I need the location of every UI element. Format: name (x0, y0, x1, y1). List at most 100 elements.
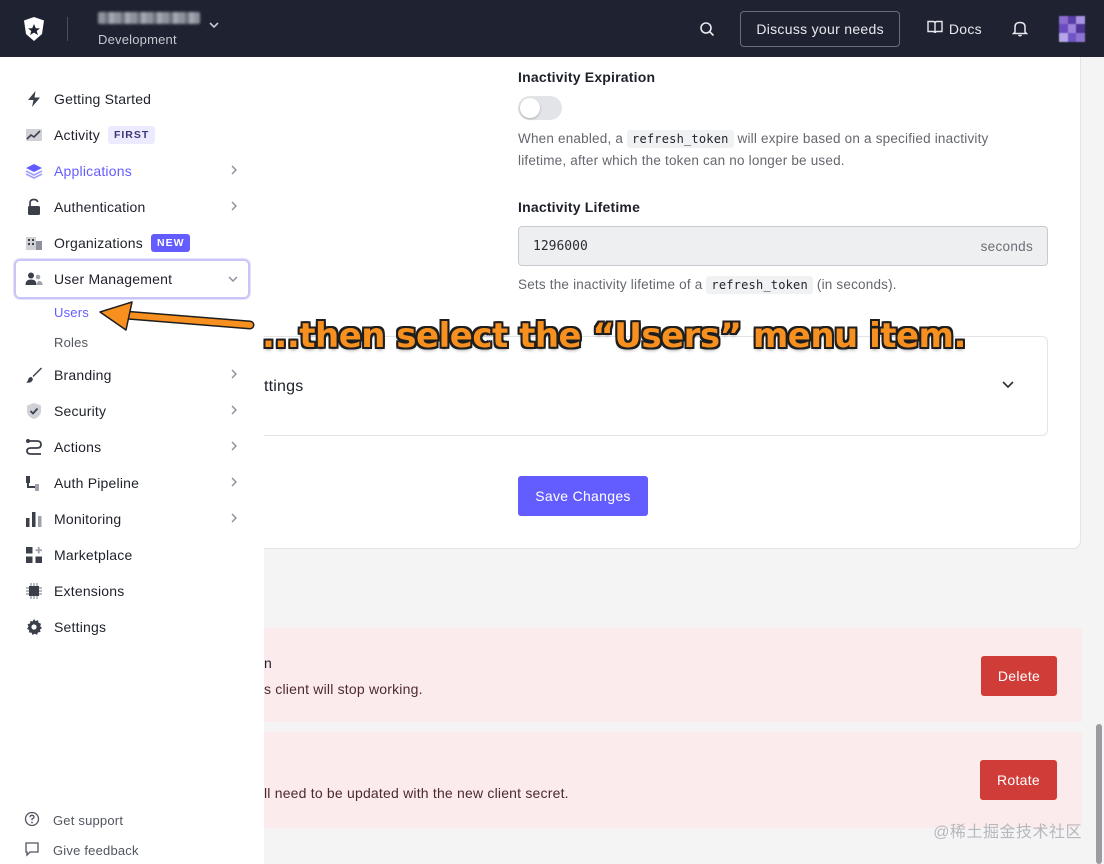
pipeline-icon (24, 473, 44, 493)
sidebar: Getting Started Activity FIRST Applicati… (0, 57, 264, 864)
chevron-down-icon (228, 272, 238, 286)
inactivity-lifetime-input[interactable]: 1296000 seconds (518, 226, 1048, 266)
sidebar-item-label: Auth Pipeline (54, 475, 140, 491)
sidebar-item-activity[interactable]: Activity FIRST (14, 117, 250, 153)
tenant-environment: Development (98, 32, 177, 47)
sidebar-item-auth-pipeline[interactable]: Auth Pipeline (14, 465, 250, 501)
docs-link[interactable]: Docs (927, 20, 982, 37)
chevron-right-icon (230, 368, 238, 382)
help-circle-icon (24, 811, 40, 830)
danger-zone-delete: n s client will stop working. Delete (264, 628, 1082, 722)
sidebar-item-settings[interactable]: Settings (14, 609, 250, 645)
chevron-down-icon[interactable] (208, 18, 220, 36)
sidebar-item-branding[interactable]: Branding (14, 357, 250, 393)
danger-zone-rotate: ll need to be updated with the new clien… (264, 732, 1082, 828)
help-text: (in seconds). (816, 277, 897, 292)
danger-text: s client will stop working. (264, 681, 423, 697)
auth0-logo-icon[interactable] (21, 16, 47, 42)
topbar-divider (67, 16, 68, 41)
danger-text: ll need to be updated with the new clien… (264, 785, 569, 801)
gear-icon (24, 617, 44, 637)
actions-flow-icon (24, 437, 44, 457)
first-badge: FIRST (107, 126, 156, 144)
chat-bubble-icon (24, 841, 40, 860)
sidebar-item-label: Activity (54, 127, 100, 143)
sidebar-item-label: Monitoring (54, 511, 122, 527)
save-changes-button[interactable]: Save Changes (518, 476, 648, 516)
shield-icon (24, 401, 44, 421)
docs-label: Docs (948, 20, 982, 37)
footer-label: Give feedback (53, 843, 139, 858)
accordion-label: ttings (264, 378, 304, 395)
sidebar-item-monitoring[interactable]: Monitoring (14, 501, 250, 537)
sidebar-item-organizations[interactable]: Organizations NEW (14, 225, 250, 261)
lightning-icon (24, 89, 44, 109)
danger-title: n (264, 655, 272, 671)
inline-code: refresh_token (706, 276, 813, 294)
brush-icon (24, 365, 44, 385)
sidebar-item-label: Security (54, 403, 107, 419)
watermark: @稀土掘金技术社区 (933, 824, 1082, 841)
chevron-down-icon (1001, 377, 1015, 395)
get-support-link[interactable]: Get support (24, 811, 123, 830)
sidebar-item-user-management[interactable]: User Management (14, 259, 250, 299)
sidebar-item-label: Applications (54, 163, 132, 179)
top-bar: Development Discuss your needs Docs (0, 0, 1104, 57)
chevron-right-icon (230, 512, 238, 526)
annotation-text: ...then select the “Users” menu item. (262, 316, 966, 356)
inactivity-expiration-toggle[interactable] (518, 96, 562, 120)
building-icon (24, 233, 44, 253)
help-text: Sets the inactivity lifetime of a (518, 277, 703, 292)
toggle-knob (520, 98, 540, 118)
sidebar-item-marketplace[interactable]: Marketplace (14, 537, 250, 573)
chevron-right-icon (230, 404, 238, 418)
avatar[interactable] (1059, 15, 1085, 42)
inactivity-expiration-help: When enabled, a refresh_token will expir… (518, 128, 1038, 172)
bell-icon[interactable] (1012, 20, 1028, 37)
sidebar-item-extensions[interactable]: Extensions (14, 573, 250, 609)
bar-chart-icon (24, 509, 44, 529)
sidebar-item-actions[interactable]: Actions (14, 429, 250, 465)
delete-button[interactable]: Delete (981, 656, 1057, 696)
sidebar-item-label: Marketplace (54, 547, 133, 563)
discuss-your-needs-button[interactable]: Discuss your needs (740, 10, 900, 47)
chevron-right-icon (230, 200, 238, 214)
sidebar-item-label: Authentication (54, 199, 146, 215)
tenant-name-blurred (98, 12, 200, 24)
input-value: 1296000 (533, 238, 588, 254)
sidebar-item-getting-started[interactable]: Getting Started (14, 81, 250, 117)
footer-label: Get support (53, 813, 124, 828)
scrollbar[interactable] (1096, 724, 1102, 864)
inactivity-expiration-label: Inactivity Expiration (518, 69, 656, 85)
tenant-selector[interactable]: Development (98, 10, 200, 47)
input-unit: seconds (980, 238, 1033, 254)
inline-code: refresh_token (627, 130, 734, 148)
users-icon (24, 269, 44, 289)
grid-plus-icon (24, 545, 44, 565)
lock-icon (24, 197, 44, 217)
layers-icon (24, 161, 44, 181)
chevron-right-icon (230, 476, 238, 490)
sidebar-item-label: Getting Started (54, 91, 152, 107)
annotation-arrow-icon (99, 301, 255, 331)
inactivity-lifetime-help: Sets the inactivity lifetime of a refres… (518, 274, 1038, 296)
sidebar-item-label: Actions (54, 439, 102, 455)
new-badge: NEW (150, 234, 191, 252)
give-feedback-link[interactable]: Give feedback (24, 841, 139, 860)
sidebar-item-label: User Management (54, 271, 173, 287)
sidebar-item-label: Extensions (54, 583, 125, 599)
sidebar-item-security[interactable]: Security (14, 393, 250, 429)
chevron-right-icon (230, 440, 238, 454)
help-text: When enabled, a (518, 131, 624, 146)
sidebar-item-label: Settings (54, 619, 107, 635)
sidebar-subitem-users[interactable]: Users (54, 305, 89, 320)
search-icon[interactable] (699, 21, 715, 37)
sidebar-item-authentication[interactable]: Authentication (14, 189, 250, 225)
sidebar-subitem-roles[interactable]: Roles (54, 335, 88, 350)
sidebar-item-label: Organizations (54, 235, 143, 251)
chevron-right-icon (230, 164, 238, 178)
rotate-button[interactable]: Rotate (980, 760, 1057, 800)
sidebar-item-applications[interactable]: Applications (14, 153, 250, 189)
sidebar-item-label: Branding (54, 367, 112, 383)
inactivity-lifetime-label: Inactivity Lifetime (518, 199, 641, 215)
